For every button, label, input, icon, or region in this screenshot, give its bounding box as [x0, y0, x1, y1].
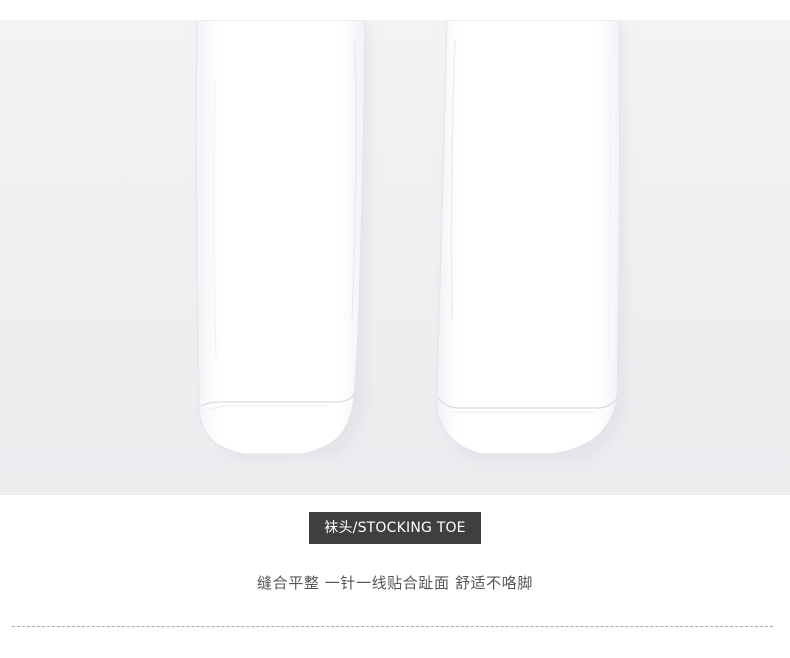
left-stocking	[195, 20, 366, 455]
stocking-toe-illustration	[0, 20, 790, 495]
section-badge: 袜头/STOCKING TOE	[309, 512, 481, 544]
caption-text: 缝合平整 一针一线贴合趾面 舒适不咯脚	[257, 574, 533, 592]
photo-background	[0, 20, 790, 495]
dashed-divider	[12, 626, 773, 627]
product-photo	[0, 20, 790, 495]
right-stocking	[436, 20, 620, 455]
